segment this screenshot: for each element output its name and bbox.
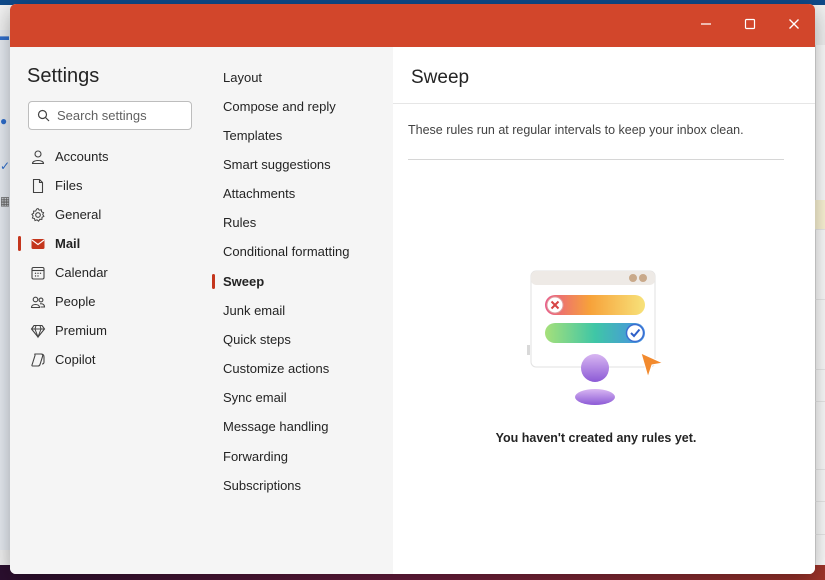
- sidebar-item-people[interactable]: People: [18, 287, 203, 316]
- search-icon: [37, 109, 51, 123]
- mail-setting-label: Subscriptions: [223, 478, 302, 493]
- maximize-button[interactable]: [728, 4, 772, 47]
- mail-setting-smart-suggestions[interactable]: Smart suggestions: [212, 150, 390, 179]
- sweep-settings-pane: Sweep These rules run at regular interva…: [393, 47, 815, 574]
- mail-setting-conditional-formatting[interactable]: Conditional formatting: [212, 237, 390, 266]
- empty-state-message: You haven't created any rules yet.: [495, 431, 697, 445]
- minimize-icon: [700, 17, 712, 35]
- mail-setting-label: Message handling: [223, 419, 329, 434]
- background-apps-icon: ▦: [0, 195, 9, 207]
- sidebar-item-label: People: [55, 294, 96, 309]
- mail-setting-label: Rules: [223, 215, 257, 230]
- mail-setting-quick-steps[interactable]: Quick steps: [212, 325, 390, 354]
- pane-header: Sweep: [393, 47, 815, 104]
- mail-setting-sync-email[interactable]: Sync email: [212, 383, 390, 412]
- sidebar-item-calendar[interactable]: Calendar: [18, 258, 203, 287]
- settings-dialog: Settings Accounts Files General: [10, 4, 815, 574]
- search-settings-box[interactable]: [28, 101, 192, 130]
- sidebar-item-files[interactable]: Files: [18, 171, 203, 200]
- dialog-titlebar: [10, 4, 815, 47]
- close-icon: [788, 17, 800, 35]
- background-todo-icon: ✓: [0, 160, 9, 172]
- sidebar-item-accounts[interactable]: Accounts: [18, 142, 203, 171]
- divider: [408, 159, 784, 160]
- mail-setting-label: Quick steps: [223, 332, 291, 347]
- background-left-rail: [0, 30, 10, 550]
- background-message-row: [815, 340, 825, 370]
- sidebar-item-label: Mail: [55, 236, 81, 251]
- background-message-row: [815, 440, 825, 470]
- background-message-row: [815, 270, 825, 300]
- background-message-row: [815, 472, 825, 502]
- people-icon: [29, 293, 47, 311]
- background-message-row: [815, 372, 825, 402]
- sidebar-item-label: Premium: [55, 323, 108, 338]
- background-mail-icon: ▬: [0, 30, 9, 42]
- mail-setting-label: Conditional formatting: [223, 244, 350, 259]
- background-people-icon: ●: [0, 115, 8, 127]
- mail-setting-subscriptions[interactable]: Subscriptions: [212, 471, 390, 500]
- mail-setting-message-handling[interactable]: Message handling: [212, 412, 390, 441]
- mail-setting-label: Attachments: [223, 186, 296, 201]
- mail-settings-list: Layout Compose and reply Templates Smart…: [210, 47, 393, 574]
- pane-description: These rules run at regular intervals to …: [408, 123, 744, 137]
- mail-setting-label: Templates: [223, 128, 283, 143]
- person-icon: [29, 148, 47, 166]
- background-message-row: [815, 200, 825, 230]
- mail-setting-attachments[interactable]: Attachments: [212, 179, 390, 208]
- background-message-row: [815, 505, 825, 535]
- diamond-icon: [29, 322, 47, 340]
- mail-setting-templates[interactable]: Templates: [212, 121, 390, 150]
- mail-setting-customize-actions[interactable]: Customize actions: [212, 354, 390, 383]
- close-button[interactable]: [772, 4, 815, 47]
- minimize-button[interactable]: [684, 4, 728, 47]
- mail-setting-label: Smart suggestions: [223, 157, 331, 172]
- mail-setting-layout[interactable]: Layout: [212, 63, 390, 92]
- file-icon: [29, 177, 47, 195]
- mail-setting-forwarding[interactable]: Forwarding: [212, 442, 390, 471]
- mail-setting-sweep[interactable]: Sweep: [212, 267, 390, 296]
- sidebar-item-copilot[interactable]: Copilot: [18, 345, 203, 374]
- settings-sidebar: Settings Accounts Files General: [10, 47, 210, 574]
- mail-setting-label: Sync email: [223, 390, 287, 405]
- maximize-icon: [744, 17, 756, 35]
- settings-title: Settings: [27, 65, 100, 87]
- gear-icon: [29, 206, 47, 224]
- sidebar-item-mail[interactable]: Mail: [18, 229, 203, 258]
- mail-setting-label: Sweep: [223, 274, 265, 289]
- sidebar-item-premium[interactable]: Premium: [18, 316, 203, 345]
- mail-setting-label: Compose and reply: [223, 99, 336, 114]
- mail-setting-rules[interactable]: Rules: [212, 208, 390, 237]
- pane-title: Sweep: [411, 67, 470, 88]
- mail-setting-label: Customize actions: [223, 361, 330, 376]
- copilot-icon: [29, 351, 47, 369]
- mail-setting-label: Layout: [223, 70, 263, 85]
- sidebar-item-label: Accounts: [55, 149, 109, 164]
- sidebar-item-label: Copilot: [55, 352, 96, 367]
- empty-rules-illustration: [523, 265, 673, 415]
- mail-setting-compose-and-reply[interactable]: Compose and reply: [212, 92, 390, 121]
- search-settings-input[interactable]: [57, 108, 187, 123]
- sidebar-item-label: Files: [55, 178, 83, 193]
- sidebar-item-general[interactable]: General: [18, 200, 203, 229]
- mail-setting-junk-email[interactable]: Junk email: [212, 296, 390, 325]
- sidebar-item-label: Calendar: [55, 265, 108, 280]
- mail-icon: [29, 235, 47, 253]
- mail-setting-label: Junk email: [223, 303, 286, 318]
- sidebar-item-label: General: [55, 207, 102, 222]
- calendar-icon: [29, 264, 47, 282]
- mail-setting-label: Forwarding: [223, 449, 289, 464]
